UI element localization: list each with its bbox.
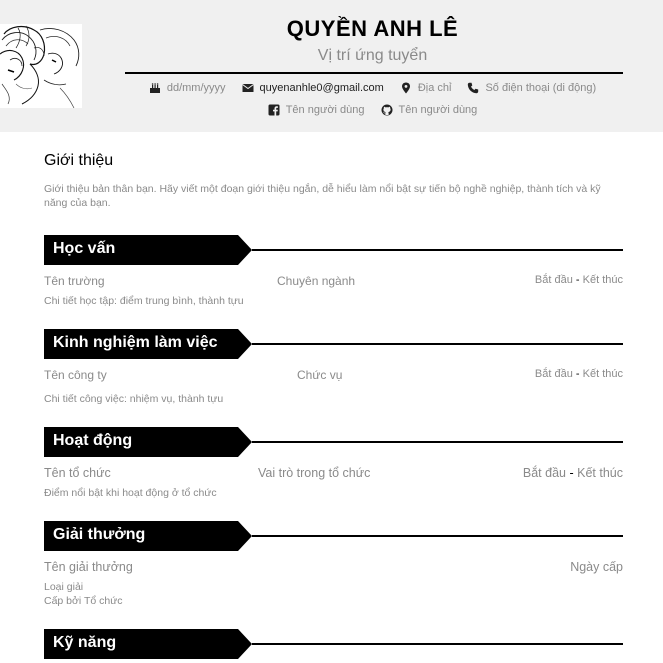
phone-text: Số điện thoại (di động) bbox=[485, 82, 597, 94]
address-text: Địa chỉ bbox=[417, 82, 452, 94]
applied-position: Vị trí ứng tuyển bbox=[317, 47, 428, 64]
awards-rule bbox=[252, 535, 623, 537]
experience-start: Bắt đầu bbox=[534, 368, 573, 380]
activities-row: Tên tổ chức Vai trò trong tổ chức Bắt đầ… bbox=[44, 466, 623, 482]
experience-tab: Kinh nghiệm làm việc bbox=[44, 329, 252, 359]
activities-title: Hoạt động bbox=[53, 432, 133, 449]
email-text: quyenanhle0@gmail.com bbox=[259, 82, 384, 94]
contact-address: Địa chỉ bbox=[400, 82, 452, 94]
organization-name: Tên tổ chức bbox=[44, 466, 111, 480]
activities-dates: Bắt đầu - Kết thúc bbox=[523, 466, 623, 480]
education-tab: Học vấn bbox=[44, 235, 252, 265]
location-pin-icon bbox=[401, 82, 410, 94]
award-date: Ngày cấp bbox=[570, 560, 623, 574]
skills-rule bbox=[252, 643, 623, 645]
education-section-header: Học vấn bbox=[44, 235, 623, 265]
contact-birthday: dd/mm/yyyy bbox=[149, 82, 226, 94]
experience-dash: - bbox=[575, 368, 580, 380]
activities-end: Kết thúc bbox=[577, 466, 623, 480]
contact-row-1: dd/mm/yyyy quyenanhle0@gmail.com Địa chỉ bbox=[82, 82, 663, 94]
facebook-icon bbox=[268, 104, 280, 116]
experience-end: Kết thúc bbox=[582, 368, 623, 380]
skills-title: Kỹ năng bbox=[53, 634, 117, 651]
award-issuer: Cấp bởi Tổ chức bbox=[44, 595, 123, 607]
skills-tab: Kỹ năng bbox=[44, 629, 252, 659]
facebook-username: Tên người dùng bbox=[285, 104, 365, 116]
school-name: Tên trường bbox=[44, 274, 105, 288]
education-dash: - bbox=[575, 274, 580, 286]
contact-facebook[interactable]: Tên người dùng bbox=[268, 104, 365, 116]
activities-dash: - bbox=[569, 466, 574, 480]
candidate-name: QUYỀN ANH LÊ bbox=[286, 16, 459, 41]
activities-section-header: Hoạt động bbox=[44, 427, 623, 457]
contact-github[interactable]: Tên người dùng bbox=[381, 104, 478, 116]
activities-detail: Điểm nổi bật khi hoạt động ở tổ chức bbox=[44, 487, 217, 499]
experience-dates: Bắt đầu - Kết thúc bbox=[535, 368, 623, 380]
award-name: Tên giải thưởng bbox=[44, 560, 133, 574]
education-dates: Bắt đầu - Kết thúc bbox=[535, 274, 623, 286]
education-title: Học vấn bbox=[53, 240, 116, 257]
github-username: Tên người dùng bbox=[398, 104, 478, 116]
avatar bbox=[0, 24, 82, 108]
birthday-cake-icon bbox=[149, 83, 160, 93]
email-icon bbox=[241, 84, 254, 92]
intro-text: Giới thiệu bản thân bạn. Hãy viết một đo… bbox=[44, 183, 601, 209]
major: Chuyên ngành bbox=[277, 274, 356, 288]
experience-row: Tên công ty Chức vụ Bắt đầu - Kết thúc bbox=[44, 368, 623, 384]
education-row: Tên trường Chuyên ngành Bắt đầu - Kết th… bbox=[44, 274, 623, 290]
contact-phone: Số điện thoại (di động) bbox=[467, 82, 596, 94]
header-info: QUYỀN ANH LÊ Vị trí ứng tuyển dd/mm/yyyy bbox=[82, 0, 663, 132]
contact-email[interactable]: quyenanhle0@gmail.com bbox=[241, 82, 384, 94]
awards-row: Tên giải thưởng Ngày cấp bbox=[44, 560, 623, 576]
birthday-text: dd/mm/yyyy bbox=[166, 82, 226, 94]
github-icon bbox=[381, 104, 392, 116]
skills-section-header: Kỹ năng bbox=[44, 629, 623, 659]
education-detail: Chi tiết học tập: điểm trung bình, thành… bbox=[44, 295, 244, 307]
company-name: Tên công ty bbox=[44, 368, 107, 382]
education-end: Kết thúc bbox=[582, 274, 623, 286]
header-divider bbox=[125, 72, 623, 74]
avatar-sketch-image bbox=[0, 24, 82, 108]
contact-row-2: Tên người dùng Tên người dùng bbox=[82, 104, 663, 116]
experience-title: Kinh nghiệm làm việc bbox=[53, 334, 218, 351]
experience-rule bbox=[252, 343, 623, 345]
job-title: Chức vụ bbox=[297, 368, 343, 382]
award-type: Loại giải bbox=[44, 581, 84, 593]
activities-start: Bắt đầu bbox=[522, 466, 566, 480]
awards-title: Giải thưởng bbox=[53, 526, 146, 543]
phone-icon bbox=[468, 82, 479, 94]
awards-tab: Giải thưởng bbox=[44, 521, 252, 551]
organization-role: Vai trò trong tổ chức bbox=[258, 466, 371, 480]
experience-section-header: Kinh nghiệm làm việc bbox=[44, 329, 623, 359]
experience-detail: Chi tiết công việc: nhiệm vụ, thành tựu bbox=[44, 393, 224, 405]
education-rule bbox=[252, 249, 623, 251]
intro-title: Giới thiệu bbox=[44, 152, 114, 169]
education-start: Bắt đầu bbox=[534, 274, 573, 286]
activities-tab: Hoạt động bbox=[44, 427, 252, 457]
activities-rule bbox=[252, 441, 623, 443]
cv-header: QUYỀN ANH LÊ Vị trí ứng tuyển dd/mm/yyyy bbox=[0, 0, 663, 132]
awards-section-header: Giải thưởng bbox=[44, 521, 623, 551]
